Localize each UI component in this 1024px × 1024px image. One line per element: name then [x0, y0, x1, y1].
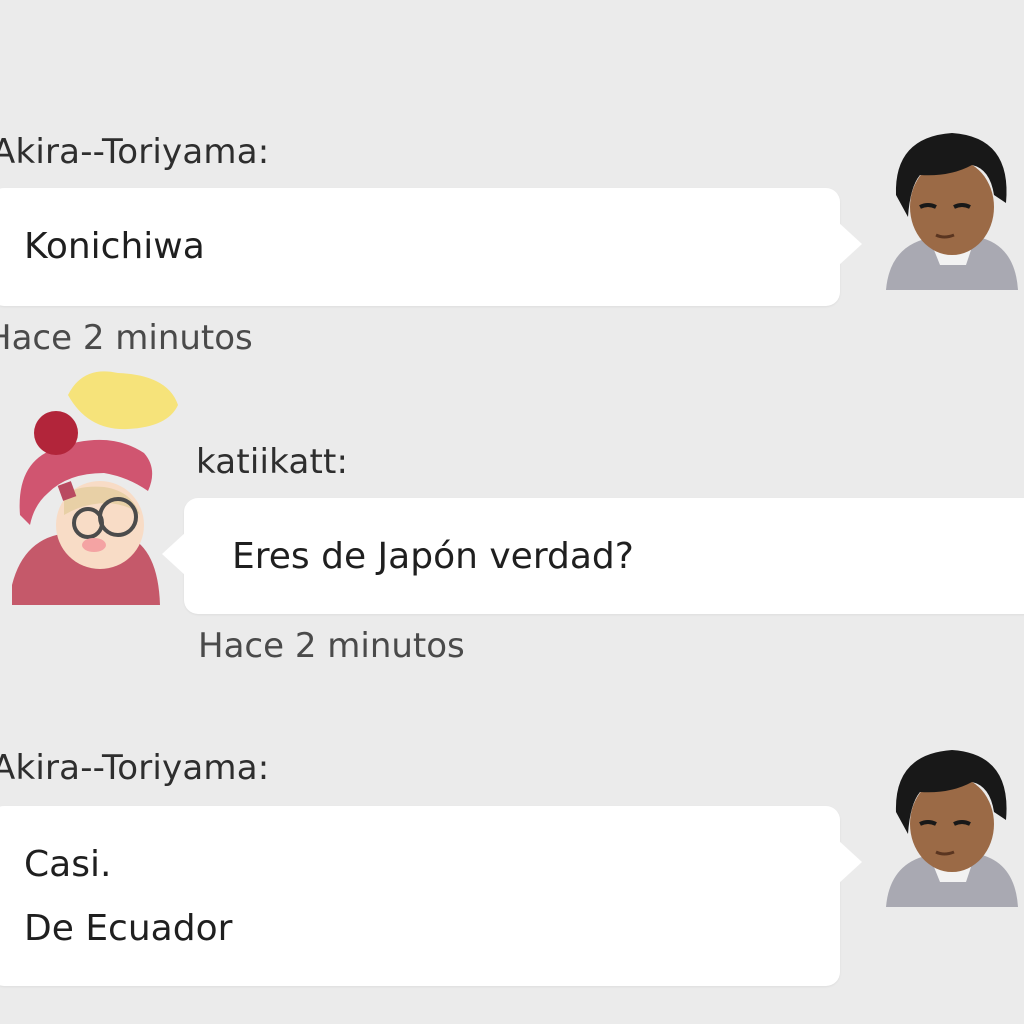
boy-avatar-icon[interactable] — [880, 125, 1020, 290]
sender-name[interactable]: Akira--Toriyama: — [0, 132, 269, 172]
sender-name[interactable]: katiikatt: — [196, 442, 348, 482]
message-bubble: Casi. De Ecuador — [0, 806, 862, 986]
girl-avatar-icon[interactable] — [8, 365, 188, 605]
message-text: De Ecuador — [24, 908, 233, 949]
chat-log: Akira--Toriyama: Konichiwa Hace 2 minuto… — [0, 0, 1024, 1024]
message-bubble: Konichiwa — [0, 188, 862, 306]
message-timestamp: Hace 2 minutos — [0, 318, 253, 358]
message-bubble: Eres de Japón verdad? — [162, 498, 1024, 614]
sender-name[interactable]: Akira--Toriyama: — [0, 748, 269, 788]
message-text: Eres de Japón verdad? — [232, 536, 634, 577]
message-text: Konichiwa — [24, 226, 205, 267]
message-text: Casi. — [24, 844, 112, 885]
boy-avatar-icon[interactable] — [880, 742, 1020, 907]
message-timestamp: Hace 2 minutos — [198, 626, 465, 666]
